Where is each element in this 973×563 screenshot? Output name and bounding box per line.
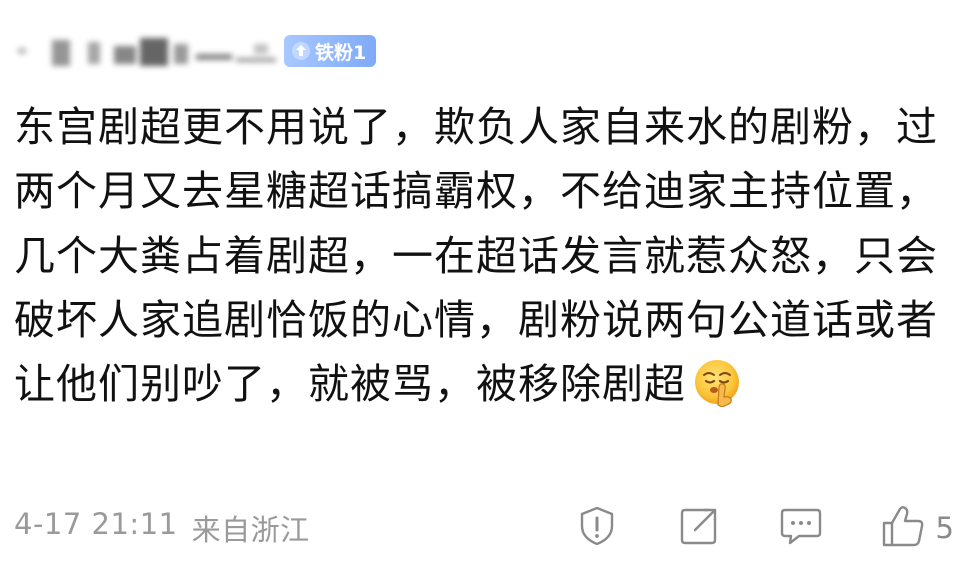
comment-icon [779,505,823,551]
thumbs-up-icon [880,504,926,552]
share-button[interactable] [676,505,722,551]
comment-text: 东宫剧超更不用说了，欺负人家自来水的剧粉，过两个月又去星糖超话搞霸权，不给迪家主… [14,95,954,416]
comment-actions: 5 [574,505,954,551]
comment-body: 东宫剧超更不用说了，欺负人家自来水的剧粉，过两个月又去星糖超话搞霸权，不给迪家主… [14,103,938,409]
fan-badge[interactable]: 铁粉1 [284,35,377,67]
comment-date: 4-17 21:11 [14,507,178,541]
shushing-face-emoji [692,357,742,408]
share-icon [678,505,720,551]
comment-footer: 4-17 21:11 来自浙江 5 [14,505,954,551]
fan-badge-label: 铁粉1 [315,41,367,64]
report-button[interactable] [574,505,620,551]
fan-badge-icon [290,40,312,62]
comment-button[interactable] [778,505,824,551]
comment-location: 来自浙江 [191,513,310,547]
like-count: 5 [935,511,954,545]
comment-card: 铁粉1 东宫剧超更不用说了，欺负人家自来水的剧粉，过两个月又去星糖超话搞霸权，不… [0,0,973,563]
comment-header: 铁粉1 [14,30,377,72]
username-redacted[interactable] [14,32,276,70]
like-button[interactable]: 5 [880,504,954,552]
report-icon [577,505,617,551]
comment-meta: 4-17 21:11 来自浙江 [14,507,310,549]
